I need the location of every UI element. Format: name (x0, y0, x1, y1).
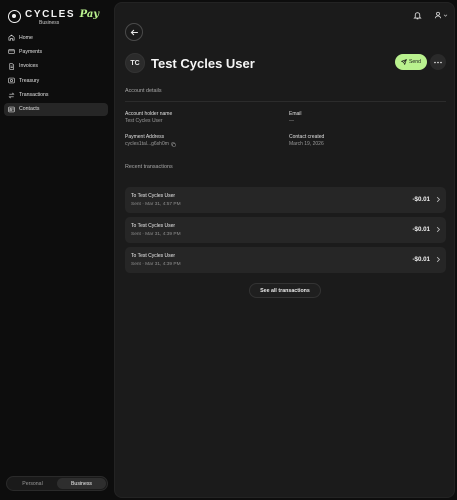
transaction-amount: -$0.01 (412, 226, 430, 233)
sidebar-item-home[interactable]: Home (4, 31, 108, 44)
page-title: Test Cycles User (151, 55, 255, 71)
brand-logo[interactable]: CYCLES Pay Business (8, 9, 99, 27)
personal-mode-button[interactable]: Personal (8, 478, 57, 489)
transaction-row[interactable]: To Test Cycles User Sent · Mar 31, 4:39 … (125, 217, 446, 243)
payment-address-label: Payment Address (125, 134, 165, 140)
sidebar-item-transactions[interactable]: Transactions (4, 89, 108, 102)
payment-address-value: cycles1tal...g6sh0m (125, 141, 169, 147)
payment-address-field: Payment Address cycles1tal...g6sh0m (125, 134, 176, 148)
sidebar-item-label: Payments (19, 48, 43, 55)
sidebar-item-contacts[interactable]: Contacts (4, 102, 108, 116)
sidebar-nav: Home Payments Invoices Treasury Transact… (4, 31, 108, 117)
email-label: Email (289, 111, 302, 117)
contact-created-field: Contact created March 19, 2026 (289, 134, 324, 148)
transaction-title: To Test Cycles User (131, 253, 176, 259)
sidebar-item-payments[interactable]: Payments (4, 45, 108, 58)
contact-card-icon (8, 106, 15, 113)
sidebar-item-label: Treasury (19, 77, 40, 84)
business-mode-button[interactable]: Business (57, 478, 106, 489)
contact-header: TC Test Cycles User Send (125, 53, 446, 73)
email-value: — (289, 118, 294, 124)
send-button[interactable]: Send (395, 54, 427, 70)
sidebar-item-label: Invoices (19, 63, 39, 70)
chevron-right-icon (436, 226, 441, 233)
send-button-label: Send (408, 59, 422, 65)
cycles-logo-icon (8, 10, 21, 23)
document-icon (9, 63, 15, 70)
home-icon (8, 34, 15, 41)
transaction-row[interactable]: To Test Cycles User Sent · Mar 31, 4:39 … (125, 247, 446, 273)
transaction-amount: -$0.01 (412, 256, 430, 263)
account-details-heading: Account details (125, 88, 162, 94)
chevron-right-icon (436, 196, 441, 203)
account-holder-value: Test Cycles User (125, 118, 163, 124)
account-holder-field: Account holder name Test Cycles User (125, 111, 172, 125)
contact-created-value: March 19, 2026 (289, 141, 324, 147)
account-holder-label: Account holder name (125, 111, 173, 117)
top-actions (410, 8, 448, 22)
section-divider (125, 101, 446, 102)
recent-transactions-heading: Recent transactions (125, 164, 173, 170)
brand-pay: Pay (79, 9, 100, 20)
notifications-button[interactable] (410, 8, 424, 22)
transaction-amount: -$0.01 (412, 196, 430, 203)
sidebar-item-treasury[interactable]: Treasury (4, 74, 108, 87)
swap-icon (8, 92, 15, 98)
email-field: Email — (289, 111, 302, 125)
chevron-right-icon (436, 256, 441, 263)
brand-name: CYCLES (25, 9, 76, 20)
account-mode-toggle: Personal Business (6, 476, 108, 491)
sidebar-item-invoices[interactable]: Invoices (4, 60, 108, 73)
user-icon (434, 11, 442, 19)
contact-created-label: Contact created (289, 134, 325, 140)
transaction-subtitle: Sent · Mar 31, 4:39 PM (131, 262, 181, 267)
main-panel: TC Test Cycles User Send Account details… (114, 2, 455, 498)
sidebar-item-label: Contacts (19, 106, 40, 113)
card-icon (8, 49, 15, 55)
more-options-button[interactable] (430, 54, 446, 70)
chevron-down-icon (443, 14, 448, 17)
send-icon (400, 59, 407, 65)
sidebar: CYCLES Pay Business Home Payments Invoic… (0, 0, 114, 500)
transaction-subtitle: Sent · Mar 31, 4:39 PM (131, 232, 181, 237)
transaction-subtitle: Sent · Mar 31, 4:57 PM (131, 202, 181, 207)
brand-subtitle: Business (39, 20, 60, 26)
vault-icon (8, 77, 15, 84)
bell-icon (412, 11, 422, 19)
sidebar-item-label: Transactions (19, 92, 49, 99)
transaction-row[interactable]: To Test Cycles User Sent · Mar 31, 4:57 … (125, 187, 446, 213)
sidebar-item-label: Home (19, 34, 33, 41)
arrow-left-icon (130, 29, 138, 35)
more-horizontal-icon (434, 61, 442, 63)
see-all-transactions-button[interactable]: See all transactions (249, 283, 321, 298)
back-button[interactable] (125, 23, 143, 41)
transaction-title: To Test Cycles User (131, 223, 176, 229)
avatar: TC (125, 53, 145, 73)
transaction-title: To Test Cycles User (131, 193, 176, 199)
copy-icon[interactable] (171, 142, 176, 147)
user-menu-button[interactable] (434, 11, 448, 19)
